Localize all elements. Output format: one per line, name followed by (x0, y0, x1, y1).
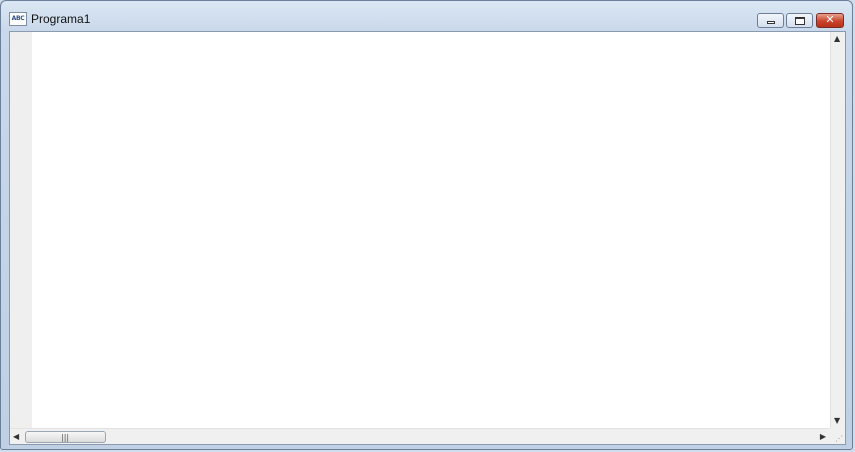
scroll-down-icon[interactable]: ▼ (834, 416, 840, 426)
scroll-left-icon[interactable]: ◀ (13, 432, 19, 442)
minimize-button[interactable] (757, 13, 784, 28)
scroll-right-icon[interactable]: ▶ (820, 432, 826, 442)
grip-icon: ||| (61, 433, 70, 442)
minimize-icon (767, 21, 775, 24)
editor-area: ▲ ▼ ◀ ||| ▶ ⋰ (9, 31, 846, 445)
program-window: ABC Programa1 ✕ ▲ ▼ ◀ ||| ▶ ⋰ (0, 0, 853, 450)
maximize-button[interactable] (786, 13, 813, 28)
maximize-icon (795, 17, 805, 25)
size-grip[interactable]: ⋰ (830, 428, 845, 444)
line-number-gutter (10, 32, 32, 428)
window-title: Programa1 (31, 12, 91, 26)
close-button[interactable]: ✕ (816, 13, 844, 28)
title-bar[interactable]: ABC Programa1 ✕ (1, 1, 852, 31)
scroll-up-icon[interactable]: ▲ (834, 34, 840, 44)
horizontal-scrollbar[interactable]: ◀ ||| ▶ (10, 428, 830, 444)
code-editor[interactable] (32, 32, 830, 428)
vertical-scrollbar[interactable]: ▲ ▼ (830, 32, 845, 428)
close-icon: ✕ (825, 13, 835, 26)
horizontal-scroll-thumb[interactable]: ||| (25, 431, 106, 443)
resize-grip-icon: ⋰ (835, 434, 843, 443)
abc-document-icon: ABC (9, 12, 27, 26)
